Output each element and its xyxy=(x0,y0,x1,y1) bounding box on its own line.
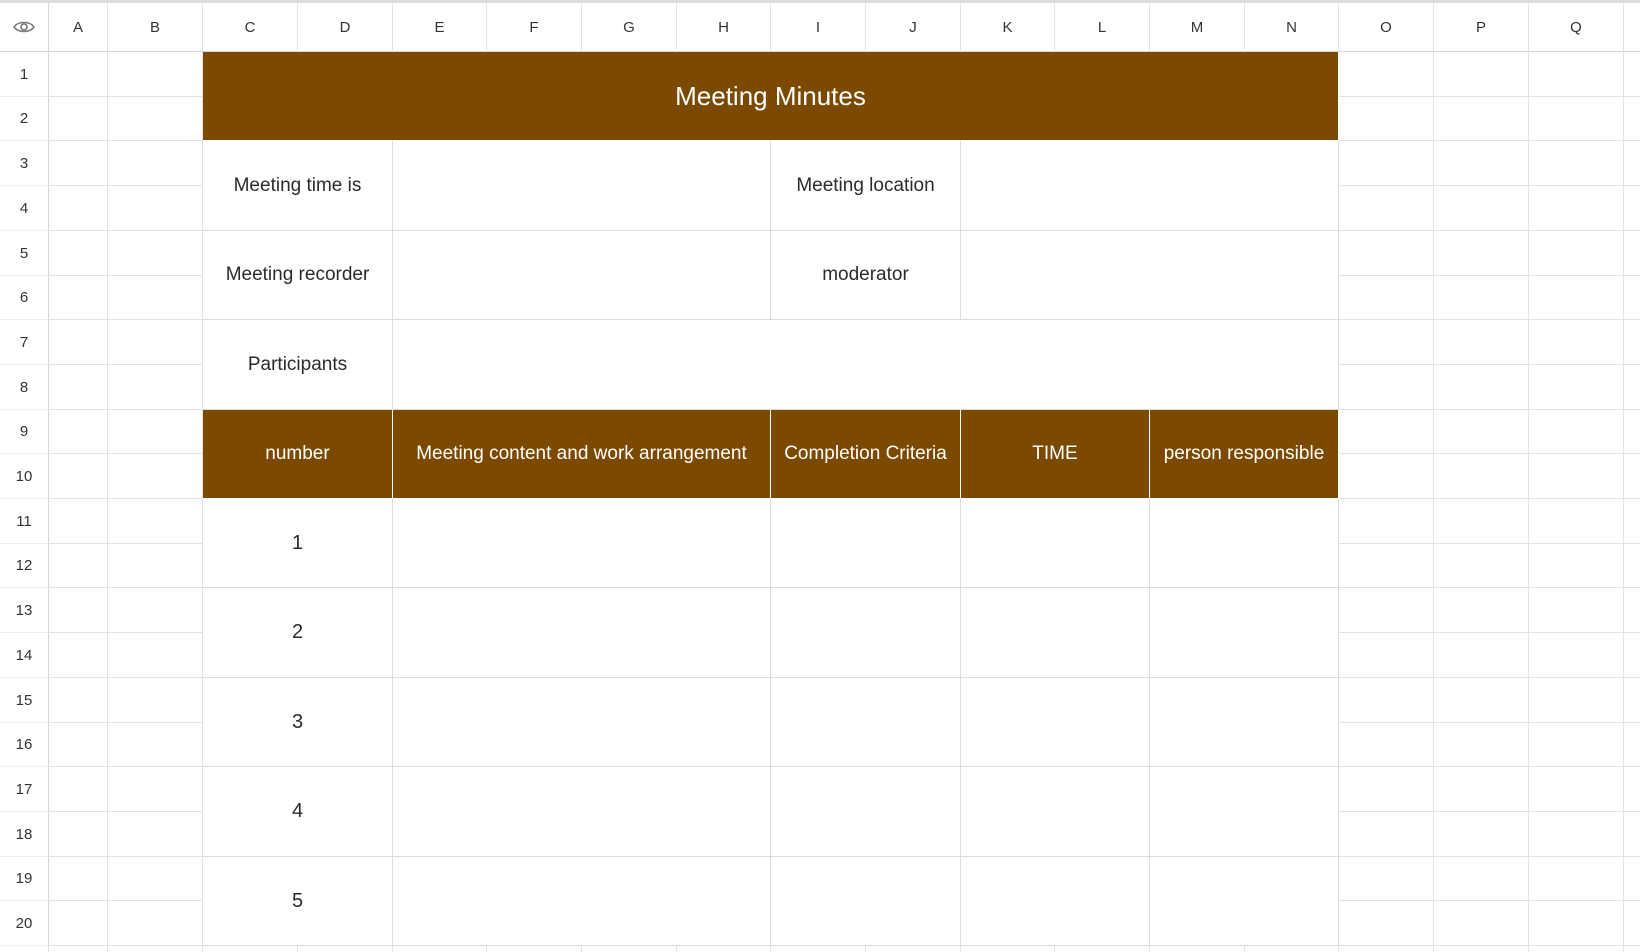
row-header[interactable]: 13 xyxy=(0,588,49,633)
row-header[interactable]: 6 xyxy=(0,276,49,320)
item-number-cell[interactable]: 3 xyxy=(203,678,393,767)
row-header[interactable]: 20 xyxy=(0,901,49,946)
column-header[interactable]: P xyxy=(1434,3,1529,52)
item-responsible-cell[interactable] xyxy=(1150,588,1339,678)
item-criteria-cell[interactable] xyxy=(771,499,961,588)
column-header[interactable]: J xyxy=(866,3,961,52)
gridline-vertical xyxy=(1528,52,1529,952)
moderator-value[interactable] xyxy=(961,231,1339,320)
item-responsible-cell[interactable] xyxy=(1150,499,1339,588)
meeting-location-label[interactable]: Meeting location xyxy=(771,141,961,231)
item-number-cell[interactable]: 2 xyxy=(203,588,393,678)
column-header[interactable]: B xyxy=(108,3,203,52)
column-header[interactable]: F xyxy=(487,3,582,52)
item-time-cell[interactable] xyxy=(961,588,1150,678)
item-criteria-cell[interactable] xyxy=(771,857,961,946)
row-header[interactable]: 4 xyxy=(0,186,49,231)
column-header[interactable]: D xyxy=(298,3,393,52)
row-header[interactable]: 17 xyxy=(0,767,49,812)
row-header[interactable]: 18 xyxy=(0,812,49,857)
participants-value[interactable] xyxy=(393,320,1339,410)
item-content-cell[interactable] xyxy=(393,588,771,678)
column-header[interactable]: C xyxy=(203,3,298,52)
column-header[interactable]: M xyxy=(1150,3,1245,52)
column-header[interactable]: Q xyxy=(1529,3,1624,52)
row-header[interactable]: 5 xyxy=(0,231,49,276)
column-header[interactable]: N xyxy=(1245,3,1339,52)
item-time-cell[interactable] xyxy=(961,767,1150,857)
select-all-corner[interactable] xyxy=(0,3,49,52)
row-header[interactable]: 7 xyxy=(0,320,49,365)
title-cell[interactable]: Meeting Minutes xyxy=(203,52,1339,141)
meeting-recorder-value[interactable] xyxy=(393,231,771,320)
eye-icon[interactable] xyxy=(13,20,35,34)
item-content-cell[interactable] xyxy=(393,678,771,767)
column-header[interactable]: A xyxy=(49,3,108,52)
column-header[interactable]: H xyxy=(677,3,771,52)
gridline-vertical xyxy=(1623,52,1624,952)
item-time-cell[interactable] xyxy=(961,857,1150,946)
column-header[interactable]: L xyxy=(1055,3,1150,52)
row-header[interactable]: 16 xyxy=(0,723,49,767)
row-header[interactable]: 11 xyxy=(0,499,49,544)
spreadsheet: ABCDEFGHIJKLMNOPQ 1 2 3 4 5 6 7 8 9 10 11 12 13 14 15 1… xyxy=(0,0,1640,952)
gridline-vertical xyxy=(1433,52,1434,952)
table-header-criteria[interactable]: Completion Criteria xyxy=(771,410,961,499)
gridline-vertical xyxy=(107,52,108,952)
item-number-cell[interactable]: 1 xyxy=(203,499,393,588)
meeting-location-value[interactable] xyxy=(961,141,1339,231)
row-header[interactable]: 14 xyxy=(0,633,49,678)
table-header-time[interactable]: TIME xyxy=(961,410,1150,499)
item-responsible-cell[interactable] xyxy=(1150,767,1339,857)
row-header[interactable]: 8 xyxy=(0,365,49,410)
column-header[interactable]: K xyxy=(961,3,1055,52)
item-criteria-cell[interactable] xyxy=(771,588,961,678)
meeting-recorder-label[interactable]: Meeting recorder xyxy=(203,231,393,320)
row-header[interactable]: 1 xyxy=(0,52,49,97)
column-header[interactable]: O xyxy=(1339,3,1434,52)
item-responsible-cell[interactable] xyxy=(1150,857,1339,946)
table-header-responsible[interactable]: person responsible xyxy=(1150,410,1339,499)
item-criteria-cell[interactable] xyxy=(771,678,961,767)
item-number-cell[interactable]: 5 xyxy=(203,857,393,946)
row-header[interactable]: 3 xyxy=(0,141,49,186)
row-header[interactable]: 15 xyxy=(0,678,49,723)
item-time-cell[interactable] xyxy=(961,678,1150,767)
column-header[interactable]: I xyxy=(771,3,866,52)
row-header[interactable]: 12 xyxy=(0,544,49,588)
row-header[interactable]: 9 xyxy=(0,410,49,454)
item-number-cell[interactable]: 4 xyxy=(203,767,393,857)
item-criteria-cell[interactable] xyxy=(771,767,961,857)
column-header[interactable]: E xyxy=(393,3,487,52)
item-responsible-cell[interactable] xyxy=(1150,678,1339,767)
meeting-time-label[interactable]: Meeting time is xyxy=(203,141,393,231)
column-header[interactable]: G xyxy=(582,3,677,52)
item-time-cell[interactable] xyxy=(961,499,1150,588)
row-header[interactable]: 2 xyxy=(0,97,49,141)
item-content-cell[interactable] xyxy=(393,767,771,857)
table-header-number[interactable]: number xyxy=(203,410,393,499)
participants-label[interactable]: Participants xyxy=(203,320,393,410)
row-header[interactable]: 19 xyxy=(0,857,49,901)
table-header-content[interactable]: Meeting content and work arrangement xyxy=(393,410,771,499)
row-header[interactable]: 10 xyxy=(0,454,49,499)
moderator-label[interactable]: moderator xyxy=(771,231,961,320)
item-content-cell[interactable] xyxy=(393,857,771,946)
item-content-cell[interactable] xyxy=(393,499,771,588)
meeting-time-value[interactable] xyxy=(393,141,771,231)
